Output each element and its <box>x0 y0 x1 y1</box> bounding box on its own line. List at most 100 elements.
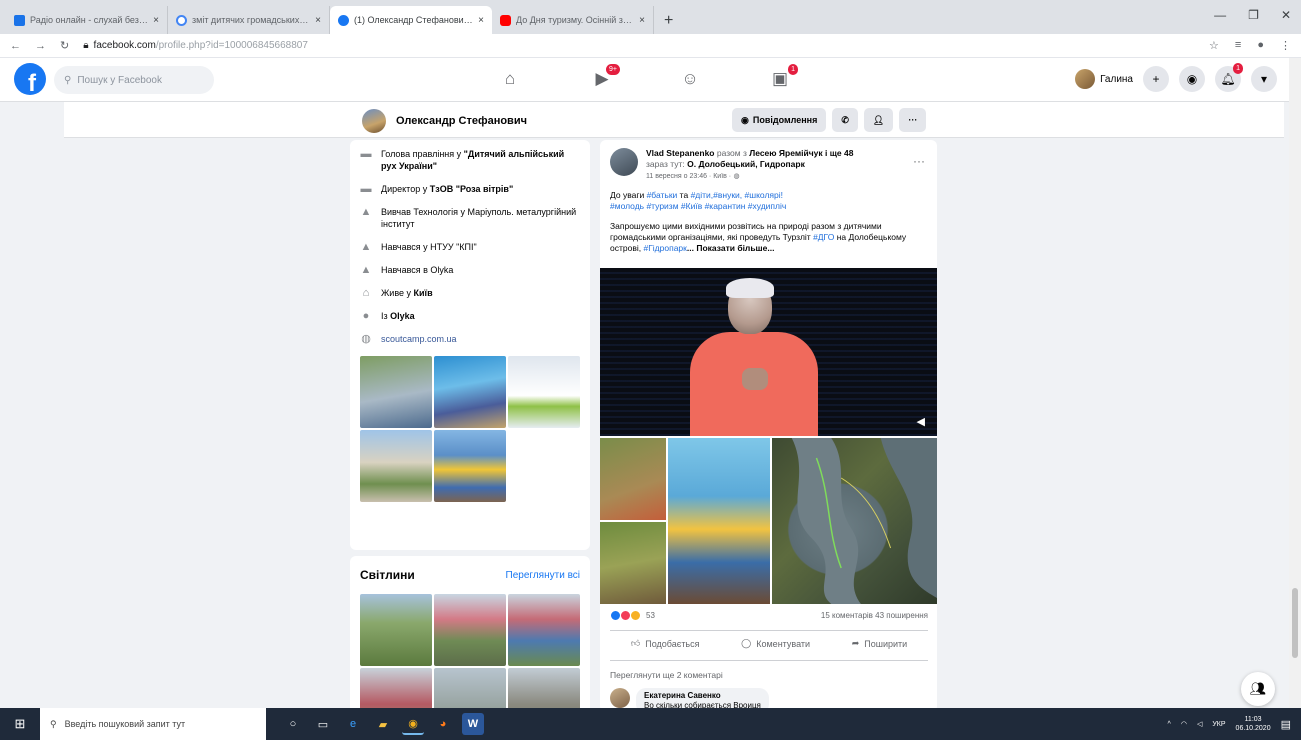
firefox-icon[interactable]: ◕ <box>432 713 454 735</box>
post-photo[interactable] <box>600 438 666 520</box>
bookmark-star-icon[interactable]: ☆ <box>1209 39 1219 52</box>
view-more-comments-link[interactable]: Переглянути ще 2 коментарі <box>610 670 723 680</box>
chrome-icon[interactable]: ◉ <box>402 713 424 735</box>
graduation-cap-icon: ▲ <box>360 241 372 253</box>
see-more-link[interactable]: ... Показати більше... <box>687 243 775 253</box>
post-author[interactable]: Vlad Stepanenko <box>646 148 715 158</box>
post-photo[interactable] <box>668 438 770 604</box>
photo-thumbnail[interactable] <box>434 594 506 666</box>
map-river-shape <box>791 438 937 604</box>
featured-photo[interactable] <box>360 430 432 502</box>
new-tab-button[interactable]: + <box>654 12 683 34</box>
taskbar-search[interactable]: ⚲ Введіть пошуковий запит тут <box>40 708 266 740</box>
edge-icon[interactable]: e <box>342 713 364 735</box>
url-field[interactable]: 🔒︎ facebook.com/profile.php?id=100006845… <box>83 40 308 51</box>
post-video[interactable]: ◀︎ <box>600 268 937 436</box>
featured-photo[interactable] <box>434 430 506 502</box>
tab-close-icon[interactable]: × <box>478 15 484 26</box>
reading-list-icon[interactable]: ≡ <box>1235 39 1241 52</box>
browser-menu-icon[interactable]: ⋮ <box>1280 39 1291 52</box>
start-button[interactable]: ⊞ <box>0 708 40 740</box>
tray-expand-icon[interactable]: ^ <box>1168 721 1171 728</box>
messenger-button[interactable]: ◉ <box>1179 66 1205 92</box>
intro-bold-link[interactable]: ТзОВ "Роза вітрів" <box>430 184 514 194</box>
commenter-name[interactable]: Екатерина Савенко <box>644 691 761 701</box>
hashtag-link[interactable]: #ДГО <box>813 232 834 242</box>
call-button[interactable]: ✆ <box>832 108 858 132</box>
facebook-search-input[interactable]: ⚲ Пошук у Facebook <box>54 66 214 94</box>
page-scrollbar[interactable] <box>1289 58 1301 708</box>
tab-close-icon[interactable]: × <box>639 15 645 26</box>
comment-button[interactable]: ◯ Коментувати <box>741 638 810 649</box>
featured-photo[interactable] <box>508 356 580 428</box>
forward-icon[interactable]: → <box>35 40 46 52</box>
profile-avatar[interactable] <box>362 109 386 133</box>
user-profile-chip[interactable]: Галина <box>1075 69 1133 89</box>
photo-thumbnail[interactable] <box>360 594 432 666</box>
word-icon[interactable]: W <box>462 713 484 735</box>
hashtag-link[interactable]: #молодь #туризм #Київ #карантин #худиплі… <box>610 201 786 211</box>
post-tagged-person[interactable]: Лесею Яремійчук <box>749 148 822 158</box>
message-button[interactable]: ◉ Повідомлення <box>732 108 827 132</box>
post-author-avatar[interactable] <box>610 148 638 176</box>
share-button[interactable]: ➦ Поширити <box>852 638 907 649</box>
cortana-icon[interactable]: ○ <box>282 713 304 735</box>
browser-tab-google[interactable]: зміт дитячих громадських орга... × <box>168 6 330 34</box>
language-indicator[interactable]: УКР <box>1212 721 1225 728</box>
post-tagged-more[interactable]: і ще 48 <box>825 148 853 158</box>
file-explorer-icon[interactable]: ▰ <box>372 713 394 735</box>
intro-bold-link[interactable]: Київ <box>414 288 433 298</box>
comments-shares-count[interactable]: 15 коментарів 43 поширення <box>821 611 928 620</box>
post-photo[interactable] <box>600 522 666 604</box>
like-button[interactable]: 👍︎ Подобається <box>631 638 700 649</box>
header-right: Галина + ◉ 🔔︎ 1 ▾ <box>1075 63 1277 92</box>
post-photo-map[interactable] <box>772 438 937 604</box>
featured-photo[interactable] <box>360 356 432 428</box>
volume-icon[interactable]: ◀︎ <box>917 415 925 428</box>
scrollbar-thumb[interactable] <box>1292 588 1298 658</box>
hashtag-link[interactable]: #діти,#внуки, <box>691 190 743 200</box>
featured-photo[interactable] <box>434 356 506 428</box>
nav-watch[interactable]: ▶ 9+ <box>582 64 622 94</box>
new-chat-button[interactable]: 👥︎ <box>1241 672 1275 706</box>
commenter-avatar[interactable] <box>610 688 630 708</box>
tab-close-icon[interactable]: × <box>153 15 159 26</box>
browser-tab-facebook[interactable]: (1) Олександр Стефанович | Fa... × <box>330 6 492 34</box>
post-place[interactable]: О. Долобецький, Гидропарк <box>687 159 805 169</box>
action-center-icon[interactable]: ▤ <box>1281 718 1291 731</box>
maximize-icon[interactable]: ❐ <box>1248 8 1259 22</box>
post-more-button[interactable]: ··· <box>913 154 925 168</box>
intro-bold-link[interactable]: Olyka <box>390 311 415 321</box>
reaction-summary[interactable]: 53 <box>610 610 655 621</box>
hashtag-link[interactable]: #Гідропарк <box>643 243 686 253</box>
browser-tab-youtube[interactable]: До Дня туризму. Осінній зліт ... × <box>492 6 654 34</box>
hashtag-link[interactable]: #батьки <box>647 190 678 200</box>
photo-thumbnail[interactable] <box>508 594 580 666</box>
minimize-icon[interactable]: — <box>1214 8 1226 22</box>
account-menu-button[interactable]: ▾ <box>1251 66 1277 92</box>
taskbar-clock[interactable]: 11:03 06.10.2020 <box>1236 715 1271 733</box>
back-icon[interactable]: ← <box>10 40 21 52</box>
tab-close-icon[interactable]: × <box>315 15 321 26</box>
nav-groups[interactable]: ☺ <box>670 64 710 94</box>
profile-identity[interactable]: Олександр Стефанович <box>362 109 527 133</box>
hashtag-link[interactable]: #школярі! <box>745 190 783 200</box>
reload-icon[interactable]: ↻ <box>60 39 69 52</box>
close-window-icon[interactable]: ✕ <box>1281 8 1291 22</box>
post-timestamp[interactable]: 11 вересня о 23:46 · Київ · <box>646 173 731 180</box>
see-all-photos-link[interactable]: Переглянути всі <box>506 570 580 581</box>
task-view-icon[interactable]: ▭ <box>312 713 334 735</box>
volume-icon[interactable]: ◁ <box>1197 720 1202 728</box>
profile-name[interactable]: Олександр Стефанович <box>396 115 527 127</box>
create-button[interactable]: + <box>1143 66 1169 92</box>
network-icon[interactable]: ◠ <box>1181 720 1187 728</box>
notifications-button[interactable]: 🔔︎ 1 <box>1215 63 1243 92</box>
browser-tab-radio[interactable]: Радіо онлайн - слухай безкош... × <box>6 6 168 34</box>
profile-icon[interactable]: ● <box>1257 39 1264 52</box>
website-link[interactable]: scoutcamp.com.ua <box>381 333 457 345</box>
profile-more-button[interactable]: ··· <box>899 108 927 132</box>
nav-gaming[interactable]: ▣ 1 <box>760 64 800 94</box>
nav-home[interactable]: ⌂ <box>490 64 530 94</box>
facebook-logo[interactable]: f <box>14 63 46 95</box>
friend-status-button[interactable]: 👤︎ <box>863 108 894 132</box>
